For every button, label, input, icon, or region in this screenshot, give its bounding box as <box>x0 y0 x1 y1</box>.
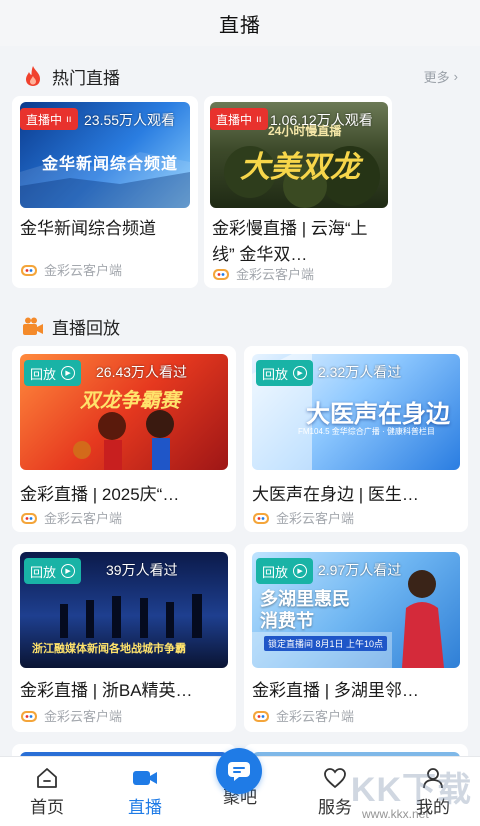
hot-live-card[interactable]: 金华新闻综合频道 直播中 ıı 23.55万人观看 金华新闻综合频道 金彩云客户… <box>12 96 198 288</box>
thumbnail-caption: 双龙争霸赛 <box>80 390 180 412</box>
card-title: 金彩慢直播 | 云海“上线” 金华双… <box>212 219 368 264</box>
replay-badge: 回放 ▶ <box>24 558 82 584</box>
hot-live-card[interactable]: 24小时慢直播 大美双龙 直播中 ıı 1.06.12万人观看 金彩慢直播 | … <box>204 96 392 288</box>
live-badge-label: 直播中 <box>26 112 63 127</box>
watermark-url: www.kkx.net <box>362 807 429 821</box>
jincaiyun-logo-icon <box>253 710 269 722</box>
hot-live-thumbnail: 金华新闻综合频道 直播中 ıı 23.55万人观看 <box>20 102 190 208</box>
source-row: 金彩云客户端 <box>252 706 354 725</box>
top-bar: 直播 <box>0 0 480 46</box>
more-link[interactable]: 更多 › <box>424 67 458 86</box>
community-center-button[interactable] <box>216 748 262 794</box>
hot-live-title: 热门直播 <box>52 68 120 88</box>
thumbnail-subcaption: 锁定直播间 8月1日 上午10点 <box>264 636 388 651</box>
video-camera-icon <box>22 315 44 337</box>
thumbnail-caption: 大美双龙 <box>240 151 360 184</box>
replay-badge-label: 回放 <box>262 366 289 382</box>
live-bars-icon: ıı <box>256 113 262 125</box>
watermark: KK下载 <box>350 771 472 809</box>
source-row: 金彩云客户端 <box>20 508 122 527</box>
live-bars-icon: ıı <box>66 113 72 125</box>
tab-live[interactable]: 直播 <box>110 767 180 818</box>
thumbnail-subcaption: FM104.5 金华综合广播 · 健康科普栏目 <box>298 427 435 436</box>
tab-label: 直播 <box>128 798 162 817</box>
card-title: 金华新闻综合频道 <box>20 219 156 238</box>
replay-thumbnail: 浙江融媒体新闻各地战城市争霸 回放 ▶ 39万人看过 <box>20 552 228 668</box>
card-title: 金彩直播 | 2025庆“… <box>20 485 180 504</box>
replay-title: 直播回放 <box>52 318 120 338</box>
card-title: 金彩直播 | 多湖里邻… <box>252 681 419 700</box>
replay-card[interactable]: 浙江融媒体新闻各地战城市争霸 回放 ▶ 39万人看过 金彩直播 | 浙BA精英…… <box>12 544 236 732</box>
hot-live-thumbnail: 24小时慢直播 大美双龙 直播中 ıı 1.06.12万人观看 <box>210 102 388 208</box>
play-circle-icon: ▶ <box>61 564 76 578</box>
chevron-right-icon: › <box>453 68 458 84</box>
page-title: 直播 <box>219 14 261 37</box>
thumbnail-caption: 浙江融媒体新闻各地战城市争霸 <box>32 643 186 655</box>
viewer-count: 2.32万人看过 <box>318 364 402 380</box>
replay-card[interactable]: 多湖里惠民消费节 锁定直播间 8月1日 上午10点 回放 ▶ 2.97万人看过 … <box>244 544 468 732</box>
tab-label: 首页 <box>30 798 64 817</box>
source-label: 金彩云客户端 <box>44 511 123 526</box>
video-icon <box>133 771 157 785</box>
live-badge: 直播中 ıı <box>210 108 268 130</box>
more-label: 更多 <box>423 69 450 85</box>
source-label: 金彩云客户端 <box>44 709 123 724</box>
play-circle-icon: ▶ <box>61 366 76 380</box>
tab-home[interactable]: 首页 <box>12 767 82 818</box>
source-label: 金彩云客户端 <box>276 709 355 724</box>
replay-thumbnail: 大医声在身边 FM104.5 金华综合广播 · 健康科普栏目 回放 ▶ 2.32… <box>252 354 460 470</box>
card-title: 金彩直播 | 浙BA精英… <box>20 681 193 700</box>
replay-badge-label: 回放 <box>262 564 289 580</box>
play-circle-icon: ▶ <box>293 366 308 380</box>
source-row: 金彩云客户端 <box>212 264 314 283</box>
replay-badge-label: 回放 <box>30 366 57 382</box>
play-circle-icon: ▶ <box>293 564 308 578</box>
viewer-count: 26.43万人看过 <box>96 364 188 380</box>
replay-badge: 回放 ▶ <box>24 360 82 386</box>
heart-icon <box>324 768 346 789</box>
live-badge-label: 直播中 <box>216 112 253 127</box>
replay-badge: 回放 ▶ <box>256 360 314 386</box>
source-row: 金彩云客户端 <box>20 706 122 725</box>
source-label: 金彩云客户端 <box>236 267 315 282</box>
jincaiyun-logo-icon <box>213 268 229 280</box>
jincaiyun-logo-icon <box>21 710 37 722</box>
replay-card[interactable]: 大医声在身边 FM104.5 金华综合广播 · 健康科普栏目 回放 ▶ 2.32… <box>244 346 468 532</box>
fire-icon <box>22 65 44 87</box>
live-badge: 直播中 ıı <box>20 108 78 130</box>
replay-card[interactable]: 双龙争霸赛 回放 ▶ 26.43万人看过 金彩直播 | 2025庆“… 金彩云客… <box>12 346 236 532</box>
source-label: 金彩云客户端 <box>276 511 355 526</box>
jincaiyun-logo-icon <box>21 264 37 276</box>
replay-thumbnail: 双龙争霸赛 回放 ▶ 26.43万人看过 <box>20 354 228 470</box>
viewer-count: 23.55万人观看 <box>84 112 176 128</box>
jincaiyun-logo-icon <box>253 512 269 524</box>
source-row: 金彩云客户端 <box>20 260 122 279</box>
tab-label: 服务 <box>318 798 352 817</box>
viewer-count: 39万人看过 <box>106 562 178 578</box>
viewer-count: 1.06.12万人观看 <box>270 112 373 128</box>
jincaiyun-logo-icon <box>21 512 37 524</box>
thumbnail-caption: 多湖里惠民消费节 <box>260 589 350 631</box>
chat-icon <box>228 762 250 781</box>
viewer-count: 2.97万人看过 <box>318 562 402 578</box>
source-label: 金彩云客户端 <box>44 263 123 278</box>
replay-badge-label: 回放 <box>30 564 57 580</box>
replay-thumbnail: 多湖里惠民消费节 锁定直播间 8月1日 上午10点 回放 ▶ 2.97万人看过 <box>252 552 460 668</box>
replay-header: 直播回放 <box>0 306 480 346</box>
thumbnail-caption: 金华新闻综合频道 <box>42 156 179 173</box>
hot-live-header: 热门直播 更多 › <box>0 56 480 96</box>
replay-badge: 回放 ▶ <box>256 558 314 584</box>
source-row: 金彩云客户端 <box>252 508 354 527</box>
thumbnail-caption: 大医声在身边 <box>306 401 450 428</box>
card-title: 大医声在身边 | 医生… <box>252 485 419 504</box>
home-icon <box>37 768 57 788</box>
